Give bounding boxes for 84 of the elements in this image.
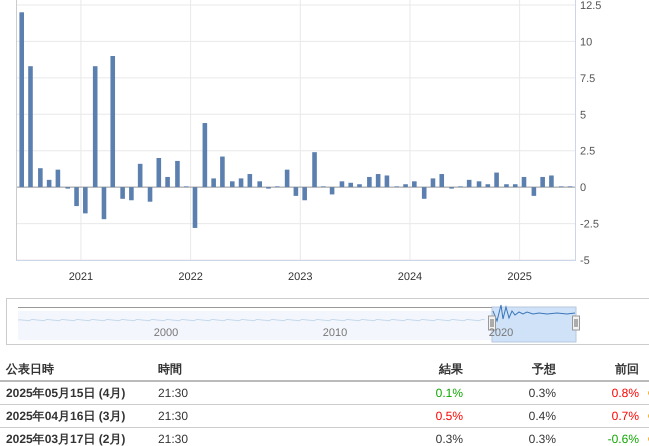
column-header: 予想 bbox=[531, 360, 556, 378]
chart-bar bbox=[367, 176, 372, 188]
chart-bar bbox=[384, 175, 390, 188]
chart-bar bbox=[257, 181, 262, 188]
axis-label: 0 bbox=[580, 182, 586, 194]
chart-bar bbox=[340, 181, 344, 188]
axis-label: 7.5 bbox=[580, 72, 596, 85]
chart-bar bbox=[138, 164, 142, 188]
chart-bar bbox=[403, 184, 408, 188]
table-cell-text: 0.5% bbox=[434, 409, 463, 423]
table-cell-text: 21:30 bbox=[158, 386, 190, 400]
axis-label: -2.5 bbox=[580, 218, 599, 231]
chart-bar bbox=[540, 176, 545, 188]
chart-bar bbox=[494, 172, 499, 188]
chart-bar bbox=[284, 170, 290, 188]
range-handle[interactable] bbox=[572, 316, 580, 330]
navigator-label: 2000 bbox=[154, 327, 178, 339]
chart-bar bbox=[422, 187, 426, 199]
axis-label: 2.5 bbox=[580, 146, 596, 158]
chart-bar bbox=[56, 170, 60, 188]
axis-label: 2025 bbox=[507, 271, 532, 283]
chart-bar bbox=[522, 176, 526, 188]
axis-label: 2024 bbox=[398, 271, 422, 283]
chart-bar bbox=[46, 180, 52, 188]
table-cell-text: 0.3% bbox=[434, 432, 463, 446]
chart-bar bbox=[512, 184, 518, 188]
axis-label: 2023 bbox=[288, 271, 313, 283]
chart-bar bbox=[430, 178, 436, 188]
table-cell-text: 21:30 bbox=[158, 409, 190, 423]
chart-bar bbox=[238, 178, 244, 188]
chart-bar bbox=[165, 176, 170, 188]
chart-bar bbox=[175, 160, 180, 188]
axis-label: 12.5 bbox=[580, 0, 602, 12]
chart-bar bbox=[38, 168, 43, 188]
table-cell-text: 0.3% bbox=[528, 432, 556, 446]
chart-bar bbox=[129, 187, 134, 200]
chart-bar bbox=[248, 174, 252, 188]
axis-label: 2021 bbox=[68, 271, 94, 283]
table-cell-text: 0.8% bbox=[610, 386, 639, 400]
table-cell-text: 0.7% bbox=[610, 409, 639, 423]
table-cell-text: 21:30 bbox=[158, 432, 190, 446]
table-cell-text: -0.6% bbox=[606, 432, 639, 446]
chart-bar bbox=[230, 181, 235, 188]
chart-bar bbox=[83, 187, 88, 214]
chart-bar bbox=[504, 184, 509, 188]
chart-bar bbox=[294, 187, 298, 196]
chart-bar bbox=[486, 184, 490, 188]
chart-bar bbox=[376, 174, 380, 188]
column-header: 結果 bbox=[438, 360, 463, 378]
table-cell-text: 0.1% bbox=[434, 386, 463, 400]
chart-bar bbox=[211, 178, 216, 188]
chart-bar bbox=[532, 187, 536, 196]
table-cell-text: 2025年04月16日 (3月) bbox=[6, 408, 126, 424]
chart-bar bbox=[330, 187, 334, 194]
axis-label: 5 bbox=[580, 109, 586, 122]
chart-bar bbox=[312, 152, 317, 188]
chart-bar bbox=[220, 156, 225, 188]
column-header: 公表日時 bbox=[6, 360, 55, 378]
chart-bar bbox=[156, 158, 162, 188]
chart-bar bbox=[412, 181, 417, 188]
chart-bar bbox=[74, 187, 79, 206]
column-header: 前回 bbox=[614, 360, 639, 378]
chart-bar bbox=[192, 187, 198, 228]
chart-bar bbox=[476, 181, 482, 188]
chart-bar bbox=[302, 187, 307, 200]
chart-bar bbox=[549, 175, 554, 188]
chart-bar bbox=[348, 182, 354, 188]
axis-label: 2022 bbox=[178, 271, 203, 283]
chart-bar bbox=[148, 187, 152, 202]
navigator-label: 2020 bbox=[488, 327, 514, 339]
column-header: 時間 bbox=[158, 360, 183, 378]
table-cell-text: 0.3% bbox=[528, 386, 556, 400]
chart-bar bbox=[466, 180, 472, 188]
table-cell-text: 2025年05月15日 (4月) bbox=[6, 384, 126, 402]
chart-bar bbox=[439, 174, 444, 188]
chart-bar bbox=[202, 123, 208, 188]
axis-label: -5 bbox=[580, 255, 590, 267]
chart-bar bbox=[120, 187, 125, 199]
navigator-label: 2010 bbox=[322, 327, 348, 339]
table-cell-text: 0.4% bbox=[528, 409, 556, 423]
table-cell-text: 2025年03月17日 (2月) bbox=[6, 430, 126, 446]
chart-bar bbox=[357, 184, 362, 188]
chart-bar bbox=[102, 187, 106, 220]
axis-label: 10 bbox=[580, 36, 592, 48]
